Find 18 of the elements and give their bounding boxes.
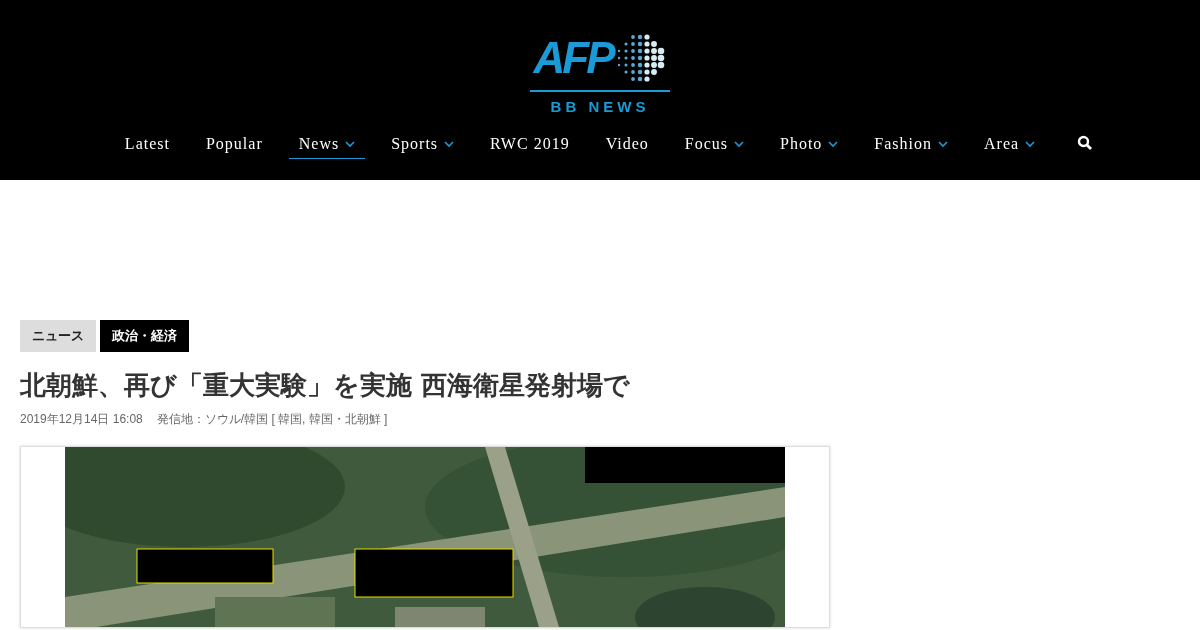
nav-link[interactable]: Focus xyxy=(674,127,754,159)
nav-link[interactable]: Latest xyxy=(114,127,180,159)
category-tag[interactable]: ニュース xyxy=(20,320,96,352)
nav-link[interactable]: Area xyxy=(974,127,1046,159)
nav-link[interactable]: Popular xyxy=(195,127,273,159)
nav-link[interactable]: Sports xyxy=(381,127,465,159)
logo-subtitle: BB NEWS xyxy=(530,90,670,115)
nav-link[interactable]: Video xyxy=(595,127,659,159)
nav-link[interactable]: Fashion xyxy=(864,127,959,159)
logo-text[interactable]: AFP xyxy=(533,36,613,80)
article-date: 2019年12月14日 16:08 xyxy=(20,411,143,428)
category-tag[interactable]: 政治・経済 xyxy=(100,320,189,352)
nav-link[interactable]: RWC 2019 xyxy=(480,127,580,159)
article-location: 発信地：ソウル/韓国 [ 韓国, 韓国・北朝鮮 ] xyxy=(156,411,388,428)
nav-link[interactable]: News xyxy=(288,127,366,159)
search-icon[interactable] xyxy=(1077,135,1094,151)
article-title: 北朝鮮、再び「重大実験」を実施 西海衛星発射場で xyxy=(20,369,632,402)
nav-link[interactable]: Photo xyxy=(770,127,849,159)
